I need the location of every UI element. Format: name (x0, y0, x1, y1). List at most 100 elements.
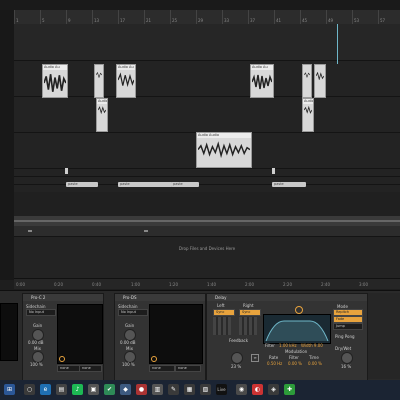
filter-freq[interactable]: 1.00 kHz (279, 343, 297, 348)
time-mod-value[interactable]: 0.00 % (308, 361, 322, 366)
clip-marker[interactable] (272, 168, 275, 174)
audio-clip[interactable] (314, 64, 326, 98)
bar-ruler[interactable]: 1 5 9 13 17 21 25 29 33 37 41 45 49 53 5… (14, 10, 400, 25)
bar-label: 37 (250, 18, 256, 23)
app-icon[interactable]: ✎ (168, 384, 179, 395)
freeze-icon[interactable]: ∞ (251, 354, 259, 362)
preset-select[interactable]: none (175, 365, 201, 372)
preset-select[interactable]: none (57, 365, 80, 372)
ableton-live-icon[interactable]: Live (216, 384, 227, 395)
waveform (316, 72, 324, 80)
gain-value: 0.00 dB (120, 340, 136, 345)
edge-icon[interactable]: e (40, 384, 51, 395)
paste-clip[interactable]: paste (272, 182, 306, 187)
plugin-display (57, 304, 103, 364)
device-delay[interactable]: Delay Left Right Sync Sync Feedback 23 %… (206, 293, 368, 381)
plugin-display (0, 303, 18, 361)
paste-clip[interactable]: paste (171, 182, 199, 187)
start-icon[interactable]: ⊞ (4, 384, 15, 395)
search-icon[interactable]: ○ (24, 384, 35, 395)
paste-clip[interactable]: paste (118, 182, 172, 187)
clip-name: Audio Au (117, 65, 135, 70)
automation-point[interactable] (144, 230, 148, 232)
app-icon[interactable]: ◉ (236, 384, 247, 395)
app-icon[interactable]: ● (136, 384, 147, 395)
feedback-label: Feedback (229, 338, 249, 343)
sidechain-select[interactable]: No Input (26, 309, 56, 316)
playhead[interactable] (337, 24, 338, 64)
audio-clip[interactable]: Audio Au (250, 64, 274, 98)
track-lane[interactable] (14, 24, 400, 61)
app-icon[interactable]: ◈ (268, 384, 279, 395)
mod-filter-value[interactable]: 0.00 % (288, 361, 302, 366)
track-lane[interactable] (14, 192, 400, 217)
app-icon[interactable]: ✔ (104, 384, 115, 395)
feedback-value: 23 % (231, 364, 242, 369)
track-lane[interactable] (14, 60, 400, 97)
automation-point[interactable] (28, 230, 32, 232)
drop-zone[interactable]: Drop Files and Devices Here (14, 236, 400, 272)
bar-label: 1 (16, 18, 19, 23)
pingpong-label[interactable]: Ping Pong (335, 334, 355, 339)
audio-clip[interactable] (302, 64, 312, 98)
right-beat-grid[interactable] (239, 317, 257, 335)
mix-value: 100 % (122, 362, 135, 367)
app-icon[interactable]: ◐ (252, 384, 263, 395)
left-label: Left (217, 303, 225, 308)
drop-zone-label: Drop Files and Devices Here (178, 246, 236, 251)
edit-icon[interactable] (59, 356, 65, 362)
right-sync-toggle[interactable]: Sync (239, 309, 261, 316)
filter-display[interactable] (263, 314, 331, 344)
overview-strip[interactable] (0, 0, 400, 10)
paste-clip[interactable]: paste (66, 182, 98, 187)
spotify-icon[interactable]: ♪ (72, 384, 83, 395)
mode-repitch[interactable]: Repitch (333, 309, 363, 316)
sidechain-select[interactable]: No Input (118, 309, 148, 316)
app-icon[interactable]: ▦ (184, 384, 195, 395)
time-ruler[interactable]: 0:00 0:20 0:40 1:00 1:20 1:40 2:00 2:20 … (14, 278, 400, 289)
rate-label: Rate (269, 355, 279, 360)
device-pro-ds[interactable]: Pro-DS Sidechain No Input Gain 0.00 dB M… (114, 293, 206, 381)
edit-icon[interactable] (151, 356, 157, 362)
preset-select[interactable]: none (149, 365, 175, 372)
mode-jump[interactable]: Jump (333, 323, 363, 330)
device-pro-c2[interactable]: Pro-C 2 Sidechain No Input Gain 0.00 dB … (22, 293, 104, 381)
app-icon[interactable]: ▥ (152, 384, 163, 395)
app-icon[interactable]: ✚ (284, 384, 295, 395)
explorer-icon[interactable]: ▤ (56, 384, 67, 395)
device-drop-area[interactable] (368, 293, 400, 379)
filter-power-icon[interactable] (295, 306, 303, 314)
clip-name: Audio Au (251, 65, 273, 70)
left-beat-grid[interactable] (213, 317, 231, 335)
preset-select[interactable]: none (79, 365, 102, 372)
audio-clip[interactable]: Audio Au (302, 98, 314, 132)
audio-clip[interactable] (94, 64, 104, 98)
audio-clip[interactable]: Audio Audio (196, 132, 252, 168)
time-label: 2:40 (321, 282, 330, 287)
filter-width[interactable]: Width 9.00 (301, 343, 323, 348)
bar-label: 29 (198, 18, 204, 23)
bar-label: 25 (172, 18, 178, 23)
time-label: 2:20 (283, 282, 292, 287)
time-label: 1:40 (207, 282, 216, 287)
gain-label: Gain (33, 323, 43, 328)
mode-fade[interactable]: Fade (333, 316, 363, 323)
mod-filter-label: Filter (289, 355, 299, 360)
automation-line[interactable] (14, 220, 400, 222)
bar-label: 49 (328, 18, 334, 23)
track-lane[interactable] (14, 96, 400, 133)
rate-value[interactable]: 0.50 Hz (267, 361, 282, 366)
waveform (98, 106, 106, 114)
right-label: Right (243, 303, 254, 308)
audio-clip[interactable]: Audio Au (116, 64, 136, 98)
left-sync-toggle[interactable]: Sync (213, 309, 235, 316)
app-icon[interactable]: ▣ (88, 384, 99, 395)
waveform (96, 72, 102, 78)
app-icon[interactable]: ▧ (200, 384, 211, 395)
drywet-knob[interactable] (341, 352, 353, 364)
audio-clip[interactable]: Audio Au (42, 64, 68, 98)
app-icon[interactable]: ◆ (120, 384, 131, 395)
audio-clip[interactable]: Audio Au (96, 98, 108, 132)
clip-marker[interactable] (65, 168, 68, 174)
feedback-knob[interactable] (231, 352, 243, 364)
